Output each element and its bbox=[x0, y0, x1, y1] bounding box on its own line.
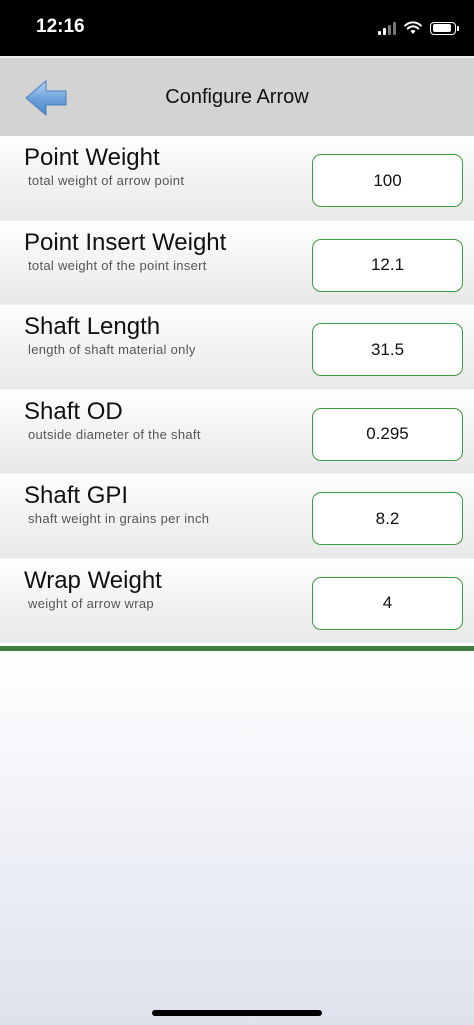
field-label: Point Weight bbox=[24, 144, 160, 171]
field-label: Shaft Length bbox=[24, 313, 161, 340]
field-description: outside diameter of the shaft bbox=[28, 426, 201, 442]
status-time: 12:16 bbox=[36, 16, 85, 37]
field-label: Shaft OD bbox=[24, 397, 123, 425]
field-description: shaft weight in grains per inch bbox=[28, 511, 210, 526]
field-label: Point Insert Weight bbox=[24, 228, 227, 256]
field-row-shaft-od: Shaft OD outside diameter of the shaft bbox=[0, 389, 474, 474]
field-description: weight of arrow wrap bbox=[28, 595, 154, 611]
shaft-gpi-input[interactable] bbox=[312, 492, 463, 545]
nav-bar: Configure Arrow bbox=[0, 56, 474, 138]
wifi-icon bbox=[404, 21, 422, 34]
point-insert-weight-input[interactable] bbox=[312, 238, 463, 292]
empty-area bbox=[0, 651, 474, 1025]
page-title: Configure Arrow bbox=[165, 86, 309, 108]
status-icons bbox=[378, 18, 459, 38]
field-row-shaft-length: Shaft Length length of shaft material on… bbox=[0, 305, 474, 390]
field-list: Point Weight total weight of arrow point… bbox=[0, 136, 474, 643]
field-label: Wrap Weight bbox=[24, 566, 162, 594]
field-description: total weight of arrow point bbox=[28, 173, 185, 188]
status-bar: 12:16 bbox=[0, 0, 474, 56]
battery-icon bbox=[430, 21, 459, 35]
field-description: total weight of the point insert bbox=[28, 257, 207, 273]
field-row-point-insert-weight: Point Insert Weight total weight of the … bbox=[0, 220, 474, 305]
shaft-od-input[interactable] bbox=[312, 407, 463, 461]
field-row-wrap-weight: Wrap Weight weight of arrow wrap bbox=[0, 558, 474, 643]
shaft-length-input[interactable] bbox=[312, 323, 463, 376]
field-description: length of shaft material only bbox=[28, 342, 196, 357]
home-indicator[interactable] bbox=[152, 1010, 322, 1016]
field-row-point-weight: Point Weight total weight of arrow point bbox=[0, 136, 474, 221]
field-label: Shaft GPI bbox=[24, 482, 129, 509]
field-row-shaft-gpi: Shaft GPI shaft weight in grains per inc… bbox=[0, 474, 474, 559]
wrap-weight-input[interactable] bbox=[312, 576, 463, 630]
point-weight-input[interactable] bbox=[312, 154, 463, 207]
cellular-signal-icon bbox=[378, 21, 396, 35]
